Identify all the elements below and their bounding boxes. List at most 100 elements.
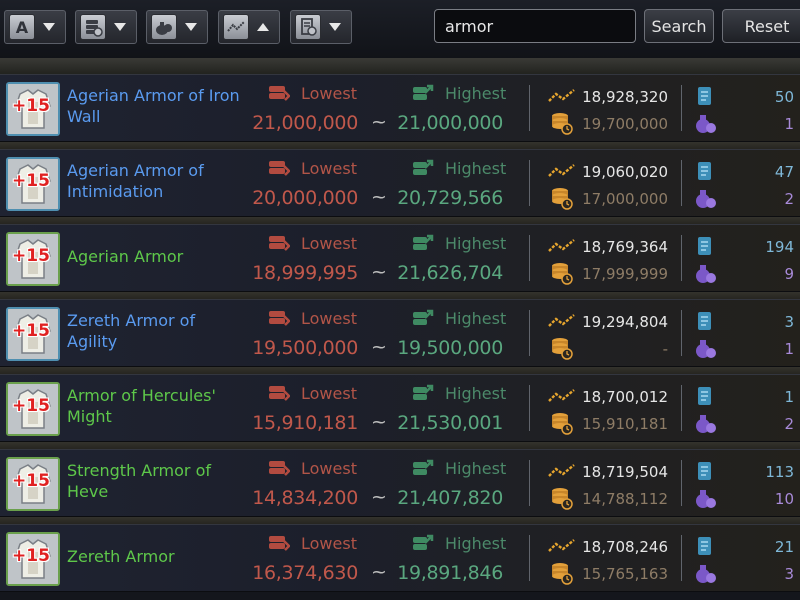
- reset-button[interactable]: Reset: [722, 9, 800, 43]
- market-row[interactable]: +15 Agerian Armor of Iron Wall Lowest Hi…: [0, 74, 800, 142]
- lowest-price-icon: [269, 386, 290, 401]
- registered-count: 2: [784, 190, 794, 208]
- enhancement-level: +15: [12, 471, 50, 491]
- recent-price: 18,700,012: [582, 388, 668, 406]
- lowest-label: Lowest: [301, 384, 357, 403]
- last-sale-price: 19,700,000: [582, 115, 668, 133]
- lowest-price-icon: [269, 86, 290, 101]
- divider: [529, 85, 530, 131]
- market-row[interactable]: +15 Zereth Armor of Agility Lowest Highe…: [0, 299, 800, 367]
- coin-stack-icon: [552, 563, 573, 585]
- item-name[interactable]: Armor of Hercules' Might: [67, 385, 247, 427]
- trend-icon: [548, 314, 575, 327]
- market-row[interactable]: +15 Zereth Armor Lowest Highest 16,374,6…: [0, 524, 800, 592]
- coin-stack-icon: [552, 338, 573, 360]
- chevron-down-icon: [43, 23, 55, 31]
- sort-by-name-button[interactable]: A: [4, 10, 66, 44]
- range-separator: ~: [371, 561, 387, 583]
- market-row[interactable]: +15 Agerian Armor of Intimidation Lowest…: [0, 149, 800, 217]
- registered-count: 2: [784, 415, 794, 433]
- coin-stack-icon: [552, 413, 573, 435]
- highest-price-icon: [413, 309, 434, 325]
- listing-scroll-icon: [698, 462, 711, 480]
- search-button[interactable]: Search: [644, 9, 714, 43]
- market-row[interactable]: +15 Strength Armor of Heve Lowest Highes…: [0, 449, 800, 517]
- listed-count: 21: [774, 538, 794, 556]
- range-separator: ~: [371, 111, 387, 133]
- row-divider: [0, 517, 800, 524]
- range-separator: ~: [371, 411, 387, 433]
- sort-by-price-button[interactable]: [75, 10, 137, 44]
- item-name[interactable]: Agerian Armor of Iron Wall: [67, 85, 247, 127]
- sort-by-registered-button[interactable]: [290, 10, 352, 44]
- trend-icon: [548, 389, 575, 402]
- enhancement-level: +15: [12, 396, 50, 416]
- listed-count: 47: [774, 163, 794, 181]
- row-divider: [0, 292, 800, 299]
- sort-by-trend-button[interactable]: [218, 10, 280, 44]
- item-icon[interactable]: +15: [6, 382, 60, 436]
- listed-count: 113: [765, 463, 794, 481]
- registered-count: 1: [784, 340, 794, 358]
- highest-price-icon: [413, 159, 434, 175]
- coin-stack-icon: [552, 488, 573, 510]
- list-header-divider: [0, 58, 800, 74]
- sort-by-quantity-button[interactable]: [146, 10, 208, 44]
- divider: [681, 160, 682, 206]
- money-bag-icon: [696, 115, 716, 133]
- highest-price-icon: [413, 234, 434, 250]
- item-name[interactable]: Agerian Armor of Intimidation: [67, 160, 247, 202]
- listing-scroll-icon: [698, 237, 711, 255]
- last-sale-price: 17,000,000: [582, 190, 668, 208]
- chevron-down-icon: [329, 23, 341, 31]
- item-icon[interactable]: +15: [6, 157, 60, 211]
- divider: [681, 460, 682, 506]
- item-name[interactable]: Strength Armor of Heve: [67, 460, 247, 502]
- trend-icon: [548, 164, 575, 177]
- lowest-label: Lowest: [301, 159, 357, 178]
- chevron-down-icon: [185, 23, 197, 31]
- highest-label: Highest: [445, 459, 507, 478]
- divider: [529, 385, 530, 431]
- recent-price: 19,060,020: [582, 163, 668, 181]
- highest-label: Highest: [445, 84, 507, 103]
- last-sale-price: 14,788,112: [582, 490, 668, 508]
- listed-count: 1: [784, 388, 794, 406]
- alphabet-icon: A: [9, 14, 35, 40]
- item-icon[interactable]: +15: [6, 232, 60, 286]
- coin-stack-icon: [552, 113, 573, 135]
- market-row[interactable]: +15 Agerian Armor Lowest Highest 18,999,…: [0, 224, 800, 292]
- money-bag-icon: [696, 190, 716, 208]
- coin-stack-icon: [552, 188, 573, 210]
- recent-price: 18,719,504: [582, 463, 668, 481]
- highest-label: Highest: [445, 384, 507, 403]
- range-separator: ~: [371, 336, 387, 358]
- item-icon[interactable]: +15: [6, 82, 60, 136]
- row-divider: [0, 367, 800, 374]
- item-name[interactable]: Zereth Armor of Agility: [67, 310, 247, 352]
- trend-icon: [223, 14, 249, 40]
- lowest-price: 19,500,000: [252, 337, 358, 359]
- lowest-price: 20,000,000: [252, 187, 358, 209]
- search-input[interactable]: [434, 9, 636, 43]
- market-row[interactable]: +15 Armor of Hercules' Might Lowest High…: [0, 374, 800, 442]
- divider: [529, 535, 530, 581]
- money-bag-icon: [696, 265, 716, 283]
- lowest-label: Lowest: [301, 534, 357, 553]
- item-icon[interactable]: +15: [6, 457, 60, 511]
- last-sale-price: 17,999,999: [582, 265, 668, 283]
- item-icon[interactable]: +15: [6, 532, 60, 586]
- money-bag-icon: [696, 415, 716, 433]
- divider: [529, 460, 530, 506]
- lowest-price: 14,834,200: [252, 487, 358, 509]
- item-icon[interactable]: +15: [6, 307, 60, 361]
- coin-stack-icon: [552, 263, 573, 285]
- toolbar: A Search Reset: [0, 0, 800, 58]
- trend-icon: [548, 539, 575, 552]
- item-name[interactable]: Zereth Armor: [67, 546, 247, 567]
- listing-scroll-icon: [698, 387, 711, 405]
- price-stack-icon: [80, 14, 106, 40]
- enhancement-level: +15: [12, 246, 50, 266]
- row-divider: [0, 142, 800, 149]
- item-name[interactable]: Agerian Armor: [67, 246, 247, 267]
